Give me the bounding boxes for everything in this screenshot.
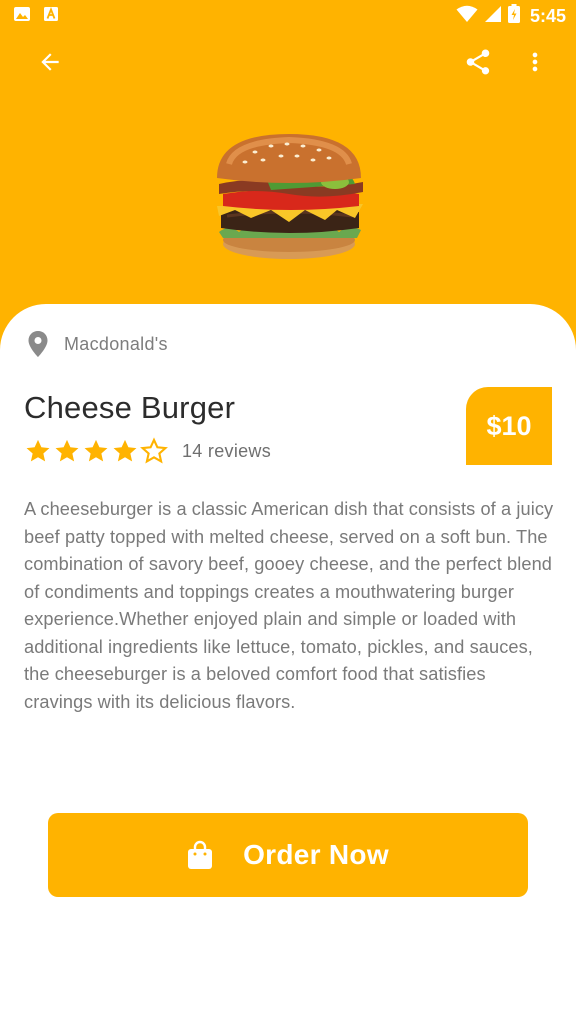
arrow-left-icon bbox=[41, 53, 59, 71]
review-count: 14 reviews bbox=[182, 440, 272, 461]
more-options-button[interactable] bbox=[513, 40, 557, 84]
order-now-label: Order Now bbox=[243, 839, 389, 870]
location-pin-icon bbox=[28, 331, 48, 357]
shopping-bag-icon bbox=[188, 840, 213, 869]
price-badge: $10 bbox=[466, 387, 552, 465]
restaurant-location: Macdonald's bbox=[26, 330, 168, 358]
back-button[interactable] bbox=[28, 40, 72, 84]
product-title: Cheese Burger bbox=[24, 390, 236, 425]
star-filled-icon bbox=[55, 439, 79, 462]
order-now-button[interactable]: Order Now bbox=[48, 813, 528, 897]
wifi-icon bbox=[456, 5, 478, 28]
share-icon bbox=[466, 49, 490, 75]
star-filled-icon bbox=[26, 439, 50, 462]
rating-stars bbox=[24, 437, 168, 465]
share-button[interactable] bbox=[456, 40, 500, 84]
product-image bbox=[205, 128, 377, 268]
restaurant-name: Macdonald's bbox=[64, 333, 168, 354]
app-bar bbox=[0, 40, 576, 86]
font-icon bbox=[44, 7, 58, 26]
product-description: A cheeseburger is a classic American dis… bbox=[24, 499, 554, 712]
star-filled-icon bbox=[84, 439, 108, 462]
status-bar: 5:45 bbox=[0, 0, 576, 30]
status-system: 5:45 bbox=[456, 4, 566, 28]
battery-icon bbox=[507, 4, 520, 28]
rating: 14 reviews bbox=[24, 437, 271, 465]
status-notifications bbox=[14, 7, 58, 26]
status-time: 5:45 bbox=[529, 5, 566, 26]
signal-icon bbox=[484, 5, 502, 28]
star-outline-icon bbox=[140, 437, 168, 464]
image-icon bbox=[14, 7, 30, 26]
more-vert-icon bbox=[532, 52, 538, 72]
star-filled-icon bbox=[113, 439, 137, 462]
